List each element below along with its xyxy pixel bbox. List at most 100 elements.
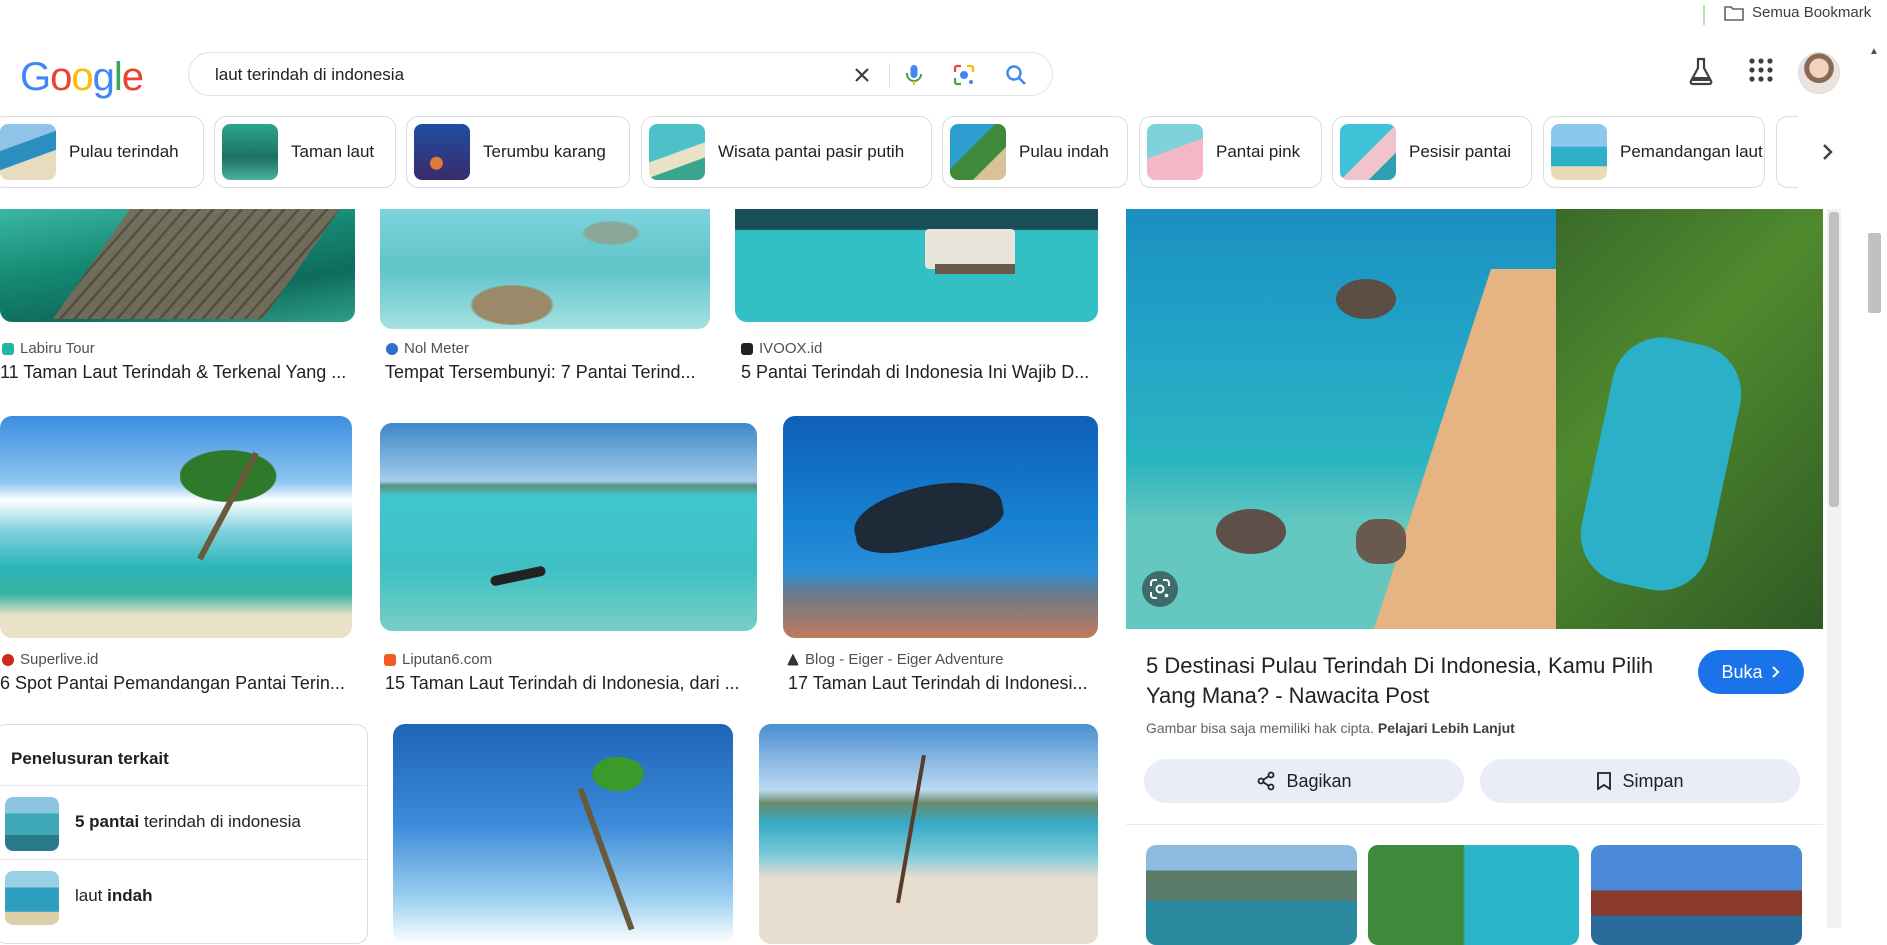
preview-image[interactable] [1126, 209, 1823, 629]
chip-thumbnail [950, 124, 1006, 180]
search-box[interactable] [188, 52, 1053, 96]
chip-pulau-indah[interactable]: Pulau indah [942, 116, 1128, 188]
result-title[interactable]: 11 Taman Laut Terindah & Terkenal Yang .… [0, 362, 355, 383]
chip-label: Terumbu karang [483, 142, 606, 161]
chevron-right-icon [1771, 666, 1779, 678]
result-image[interactable] [735, 209, 1098, 322]
preview-scrollbar-thumb[interactable] [1829, 212, 1839, 507]
result-source[interactable]: Superlive.id [2, 651, 98, 668]
chip-label: Pantai pink [1216, 142, 1301, 161]
site-favicon [384, 653, 396, 666]
chip-pesisir-pantai[interactable]: Pesisir pantai [1332, 116, 1532, 188]
result-source[interactable]: Liputan6.com [384, 651, 492, 668]
result-source[interactable]: Nol Meter [386, 340, 469, 357]
chip-thumbnail [1340, 124, 1396, 180]
chevron-right-icon [1823, 144, 1833, 160]
related-item-label: 5 pantai terindah di indonesia [75, 812, 301, 831]
search-icon[interactable] [1003, 62, 1029, 88]
site-favicon [2, 653, 14, 666]
chip-pulau-terindah[interactable]: Pulau terindah [0, 116, 204, 188]
chip-thumbnail [1147, 124, 1203, 180]
search-input[interactable] [215, 65, 815, 85]
save-label: Simpan [1622, 770, 1684, 791]
image-preview-panel: 5 Destinasi Pulau Terindah Di Indonesia,… [1126, 209, 1823, 945]
result-source[interactable]: Blog - Eiger - Eiger Adventure [787, 651, 1003, 668]
chip-terumbu-karang[interactable]: Terumbu karang [406, 116, 630, 188]
result-source[interactable]: Labiru Tour [2, 340, 95, 357]
avatar[interactable] [1798, 52, 1840, 94]
chip-label: Pesisir pantai [1409, 142, 1512, 161]
result-image[interactable] [0, 416, 352, 638]
source-name: Superlive.id [20, 651, 99, 668]
result-title[interactable]: 15 Taman Laut Terindah di Indonesia, dar… [385, 673, 757, 694]
site-favicon [386, 342, 398, 355]
chip-label: Taman laut [291, 142, 375, 161]
result-image[interactable] [380, 423, 757, 631]
share-button[interactable]: Bagikan [1144, 759, 1464, 803]
mic-icon[interactable] [901, 62, 927, 88]
save-button[interactable]: Simpan [1480, 759, 1800, 803]
chip-thumbnail [414, 124, 470, 180]
chip-thumbnail [1551, 124, 1607, 180]
scroll-up-arrow-icon[interactable]: ▲ [1869, 46, 1879, 57]
learn-more-link[interactable]: Pelajari Lebih Lanjut [1378, 720, 1515, 736]
chip-pemandangan-laut[interactable]: Pemandangan laut [1543, 116, 1765, 188]
result-title[interactable]: 17 Taman Laut Terindah di Indonesi... [788, 673, 1098, 694]
related-item-label: laut indah [75, 886, 153, 905]
page-scrollbar[interactable] [1862, 30, 1887, 928]
visual-search-button[interactable] [1142, 571, 1178, 607]
bookmark-icon [1597, 772, 1612, 791]
all-bookmarks-label: Semua Bookmark [1752, 4, 1872, 21]
copyright-notice: Gambar bisa saja memiliki hak cipta. Pel… [1146, 720, 1515, 736]
result-title[interactable]: Tempat Tersembunyi: 7 Pantai Terind... [385, 362, 710, 383]
chips-next-button[interactable] [1798, 116, 1858, 188]
lens-icon[interactable] [951, 62, 977, 88]
page-scrollbar-thumb[interactable] [1868, 233, 1881, 313]
result-image[interactable] [380, 209, 710, 329]
result-title[interactable]: 5 Pantai Terindah di Indonesia Ini Wajib… [741, 362, 1098, 383]
similar-image[interactable] [1146, 845, 1357, 945]
site-favicon [741, 342, 753, 355]
preview-title[interactable]: 5 Destinasi Pulau Terindah Di Indonesia,… [1146, 651, 1676, 711]
related-item[interactable]: 5 pantai terindah di indonesia [0, 785, 367, 859]
chip-thumbnail [649, 124, 705, 180]
close-icon[interactable] [849, 62, 875, 88]
chip-pantai-pink[interactable]: Pantai pink [1139, 116, 1322, 188]
site-favicon [787, 653, 799, 666]
chip-label: Wisata pantai pasir putih [718, 142, 905, 161]
result-image[interactable] [783, 416, 1098, 638]
bookmarks-separator [1703, 5, 1705, 25]
site-favicon [2, 342, 14, 355]
all-bookmarks-button[interactable]: Semua Bookmark [1724, 4, 1871, 21]
folder-icon [1724, 5, 1744, 21]
chip-taman-laut[interactable]: Taman laut [214, 116, 396, 188]
related-searches: Penelusuran terkait 5 pantai terindah di… [0, 724, 368, 944]
related-item[interactable]: laut indah [0, 859, 367, 933]
result-image[interactable] [759, 724, 1098, 944]
bookmarks-bar: Semua Bookmark [0, 0, 1887, 30]
chip-label: Pemandangan laut [1620, 142, 1763, 161]
chip-wisata-pantai[interactable]: Wisata pantai pasir putih [641, 116, 932, 188]
chip-thumbnail [222, 124, 278, 180]
share-icon [1258, 771, 1275, 791]
open-button-label: Buka [1721, 661, 1763, 682]
chip-label: Pulau terindah [69, 142, 179, 161]
result-image[interactable] [393, 724, 733, 944]
source-name: Blog - Eiger - Eiger Adventure [805, 651, 1004, 668]
chips-row: Pulau terindah Taman laut Terumbu karang… [0, 116, 1870, 190]
related-thumbnail [5, 871, 59, 925]
result-image[interactable] [0, 209, 355, 322]
search-header: Google Pulau terindah [0, 30, 1887, 210]
result-source[interactable]: IVOOX.id [741, 340, 822, 357]
related-thumbnail [5, 797, 59, 851]
similar-image[interactable] [1591, 845, 1802, 945]
source-name: IVOOX.id [759, 340, 823, 357]
apps-icon[interactable] [1748, 57, 1774, 83]
similar-image[interactable] [1368, 845, 1579, 945]
share-label: Bagikan [1286, 770, 1352, 791]
google-logo[interactable]: Google [20, 55, 144, 100]
chip-label: Pulau indah [1019, 142, 1109, 161]
labs-icon[interactable] [1687, 56, 1715, 86]
open-button[interactable]: Buka [1698, 650, 1804, 694]
result-title[interactable]: 6 Spot Pantai Pemandangan Pantai Terin..… [0, 673, 352, 694]
